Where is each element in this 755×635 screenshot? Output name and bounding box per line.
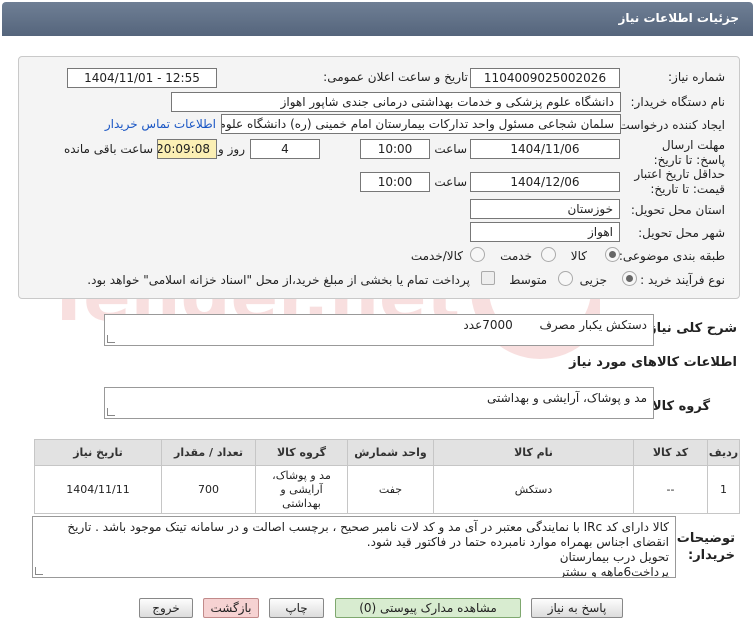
resize-handle[interactable] — [107, 408, 115, 416]
window-title: جزئیات اطلاعات نیاز — [618, 11, 739, 25]
days-label: روز و — [218, 142, 245, 156]
category-option-goods: کالا — [570, 249, 587, 263]
process-radio-minor[interactable] — [622, 271, 637, 286]
buyer-contact-link[interactable]: اطلاعات تماس خریدار — [105, 117, 216, 131]
view-attachments-button[interactable]: مشاهده مدارک پیوستی (0) — [335, 598, 521, 618]
resize-handle[interactable] — [107, 335, 115, 343]
category-radio-service[interactable] — [541, 247, 556, 262]
category-label: طبقه بندی موضوعی: — [618, 249, 725, 263]
buyer-notes-line-1: کالا دارای کد IRc با نمایندگی معتبر در آ… — [67, 520, 669, 549]
days-count-field: 4 — [250, 139, 320, 159]
validity-label: حداقل تاریخ اعتبار قیمت: تا تاریخ: — [634, 167, 725, 196]
goods-group-field: مد و پوشاک، آرایشی و بهداشتی — [104, 387, 654, 419]
cell-unit: جفت — [347, 465, 434, 514]
payment-note: پرداخت تمام یا بخشی از مبلغ خرید،از محل … — [87, 273, 470, 287]
col-row-header: ردیف — [707, 439, 740, 466]
city-field: اهواز — [470, 222, 620, 242]
validity-time-label: ساعت — [434, 175, 467, 189]
window-title-bar: جزئیات اطلاعات نیاز — [2, 2, 753, 36]
cell-group: مد و پوشاک، آرایشی و بهداشتی — [255, 465, 348, 514]
buyer-org-label: نام دستگاه خریدار: — [630, 95, 726, 109]
process-radio-medium[interactable] — [558, 271, 573, 286]
need-number-field: 1104009025002026 — [470, 68, 620, 88]
col-code-header: کد کالا — [633, 439, 708, 466]
city-label: شهر محل تحویل: — [638, 226, 725, 240]
category-radio-goods[interactable] — [605, 247, 620, 262]
deadline-time-label: ساعت — [434, 142, 467, 156]
category-radio-goods-service[interactable] — [470, 247, 485, 262]
reply-button[interactable]: پاسخ به نیاز — [531, 598, 623, 618]
cell-index: 1 — [707, 465, 740, 514]
deadline-date-field: 1404/11/06 — [470, 139, 620, 159]
process-option-medium: متوسط — [509, 273, 547, 287]
exit-button[interactable]: خروج — [139, 598, 193, 618]
cell-date: 1404/11/11 — [34, 465, 162, 514]
goods-table: ردیف کد کالا نام کالا واحد شمارش گروه کا… — [34, 439, 740, 514]
requester-field: سلمان شجاعی مسئول واحد تدارکات بیمارستان… — [221, 114, 621, 134]
col-qty-header: تعداد / مقدار — [161, 439, 256, 466]
process-option-minor: جزیی — [579, 273, 607, 287]
goods-group-text: مد و پوشاک، آرایشی و بهداشتی — [487, 391, 647, 405]
cell-name: دستکش — [433, 465, 634, 514]
col-unit-header: واحد شمارش — [347, 439, 434, 466]
remaining-time-field: 20:09:08 — [157, 139, 217, 159]
print-button[interactable]: چاپ — [269, 598, 324, 618]
table-header-row: ردیف کد کالا نام کالا واحد شمارش گروه کا… — [34, 439, 740, 466]
need-summary-field: دستکش یکبار مصرف 7000عدد — [104, 314, 654, 346]
category-option-goods-service: کالا/خدمت — [410, 249, 463, 263]
announce-label: تاریخ و ساعت اعلان عمومی: — [323, 70, 468, 84]
col-date-header: تاریخ نیاز — [34, 439, 162, 466]
col-name-header: نام کالا — [433, 439, 634, 466]
back-button[interactable]: بازگشت — [203, 598, 259, 618]
deadline-time-field: 10:00 — [360, 139, 430, 159]
buyer-notes-line-3: پرداخت6ماهه و بیشتر — [559, 565, 669, 578]
requester-label: ایجاد کننده درخواست: — [614, 118, 725, 132]
process-label: نوع فرآیند خرید : — [640, 273, 725, 287]
cell-qty: 700 — [161, 465, 256, 514]
province-field: خوزستان — [470, 199, 620, 219]
need-summary-label: شرح کلی نیاز: — [643, 321, 737, 336]
province-label: استان محل تحویل: — [630, 203, 725, 217]
col-group-header: گروه کالا — [255, 439, 348, 466]
table-row[interactable]: 1 -- دستکش جفت مد و پوشاک، آرایشی و بهدا… — [34, 465, 740, 514]
validity-time-field: 10:00 — [360, 172, 430, 192]
validity-date-field: 1404/12/06 — [470, 172, 620, 192]
need-summary-text: دستکش یکبار مصرف 7000عدد — [463, 318, 647, 332]
buyer-org-field: دانشگاه علوم پزشکی و خدمات بهداشتی درمان… — [171, 92, 621, 112]
announce-field: 1404/11/01 - 12:55 — [67, 68, 217, 88]
goods-group-label: گروه کالا: — [646, 399, 710, 414]
category-option-service: خدمت — [500, 249, 532, 263]
remaining-label: ساعت باقی مانده — [63, 142, 153, 156]
buyer-notes-field: کالا دارای کد IRc با نمایندگی معتبر در آ… — [32, 516, 676, 578]
resize-handle[interactable] — [35, 567, 43, 575]
deadline-label: مهلت ارسال پاسخ: تا تاریخ: — [653, 138, 725, 167]
treasury-checkbox[interactable] — [481, 271, 495, 285]
buyer-notes-line-2: تحویل درب بیمارستان — [559, 550, 669, 564]
cell-code: -- — [633, 465, 708, 514]
goods-info-title: اطلاعات کالاهای مورد نیاز — [569, 355, 737, 370]
need-number-label: شماره نیاز: — [668, 70, 725, 84]
